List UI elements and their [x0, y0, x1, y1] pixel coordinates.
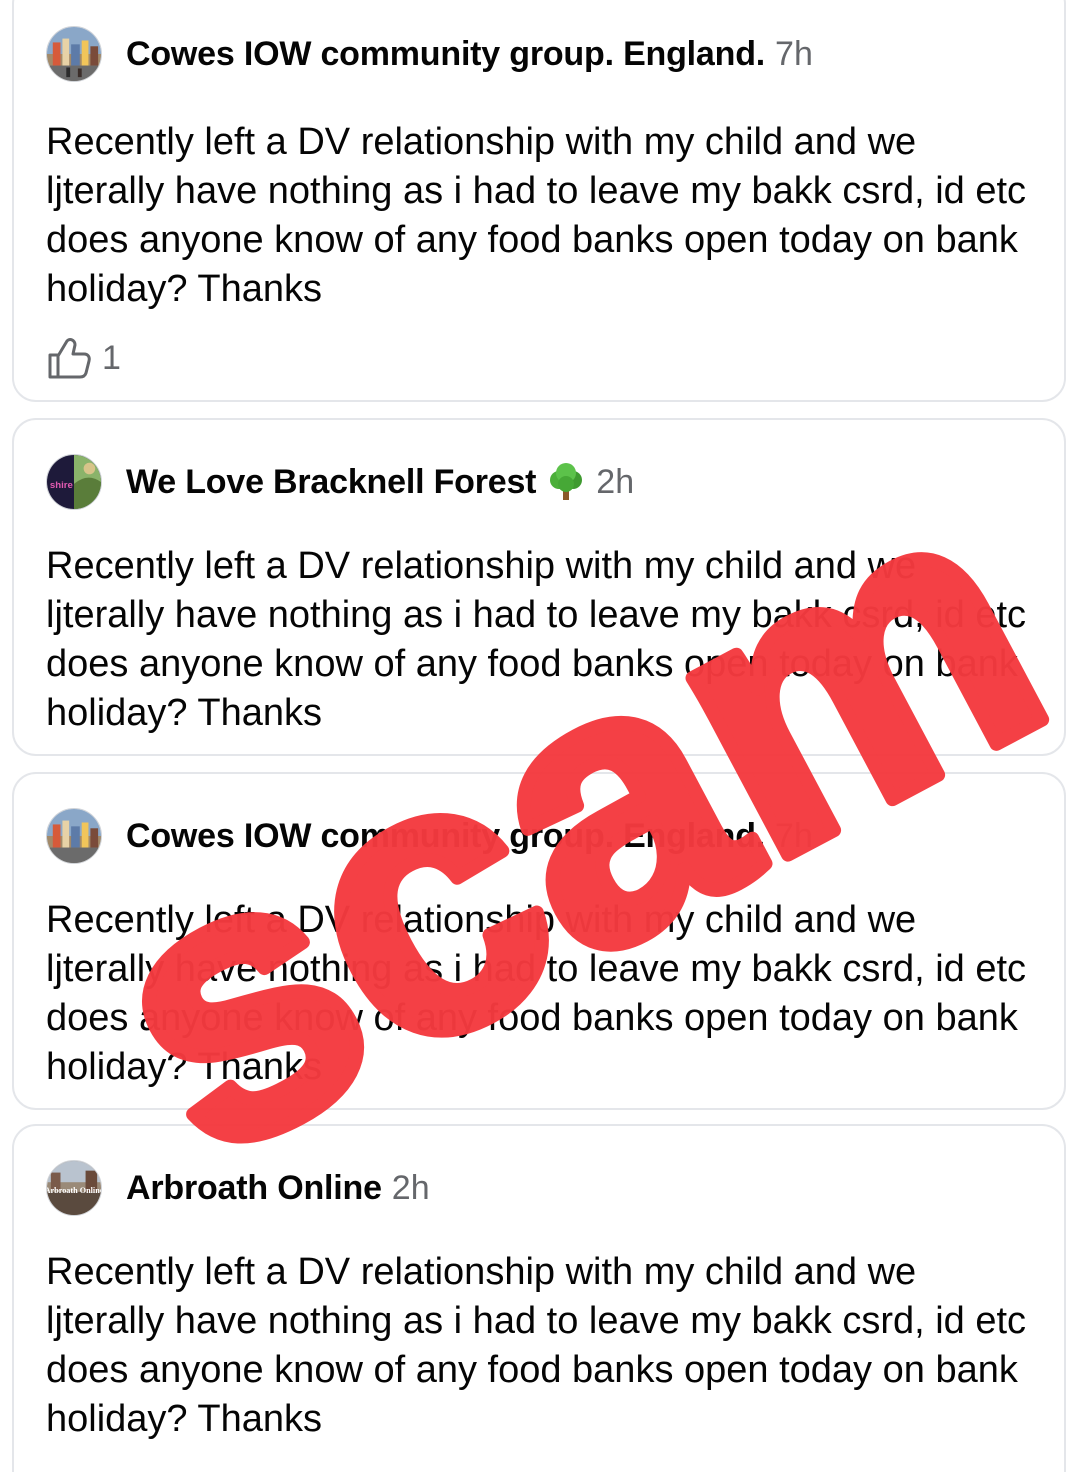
post-body[interactable]: Recently left a DV relationship with my …: [46, 896, 1036, 1092]
like-count: 1: [102, 338, 121, 377]
group-name[interactable]: Cowes IOW community group. England.: [126, 35, 765, 74]
post-header: Cowes IOW community group. England. 7h: [46, 804, 813, 868]
post-card: Cowes IOW community group. England. 7h R…: [12, 772, 1066, 1110]
cowes-town-photo-icon: [47, 27, 101, 81]
post-header: shire We Love Bracknell Forest 2h: [46, 450, 634, 514]
reactions-row: 1: [46, 334, 121, 382]
post-time[interactable]: 7h: [775, 35, 813, 74]
post-body[interactable]: Recently left a DV relationship with my …: [46, 118, 1036, 314]
thumbs-up-icon[interactable]: [46, 335, 92, 381]
group-name[interactable]: Cowes IOW community group. England.: [126, 817, 765, 856]
group-avatar[interactable]: [46, 808, 102, 864]
cowes-town-photo-icon: [47, 809, 101, 863]
tree-emoji-icon: [550, 463, 583, 500]
group-avatar[interactable]: [46, 26, 102, 82]
post-time[interactable]: 7h: [775, 817, 813, 856]
bracknell-logo-icon: shire: [47, 455, 101, 509]
post-body[interactable]: Recently left a DV relationship with my …: [46, 542, 1036, 738]
avatar-text: Arbroath Online: [47, 1186, 101, 1195]
post-time[interactable]: 2h: [392, 1169, 430, 1208]
post-header: Arbroath Online Arbroath Online 2h: [46, 1156, 430, 1220]
arbroath-online-logo-icon: Arbroath Online: [47, 1161, 101, 1215]
avatar-text: shire: [50, 480, 74, 491]
post-card: Arbroath Online Arbroath Online 2h Recen…: [12, 1124, 1066, 1472]
group-avatar[interactable]: shire: [46, 454, 102, 510]
group-name[interactable]: We Love Bracknell Forest: [126, 463, 536, 502]
group-name[interactable]: Arbroath Online: [126, 1169, 382, 1208]
feed-screenshot: Cowes IOW community group. England. 7h R…: [0, 0, 1077, 1472]
post-time[interactable]: 2h: [596, 463, 634, 502]
post-body[interactable]: Recently left a DV relationship with my …: [46, 1248, 1036, 1444]
post-card: Cowes IOW community group. England. 7h R…: [12, 0, 1066, 402]
group-avatar[interactable]: Arbroath Online: [46, 1160, 102, 1216]
post-header: Cowes IOW community group. England. 7h: [46, 22, 813, 86]
post-card: shire We Love Bracknell Forest 2h Recent…: [12, 418, 1066, 756]
